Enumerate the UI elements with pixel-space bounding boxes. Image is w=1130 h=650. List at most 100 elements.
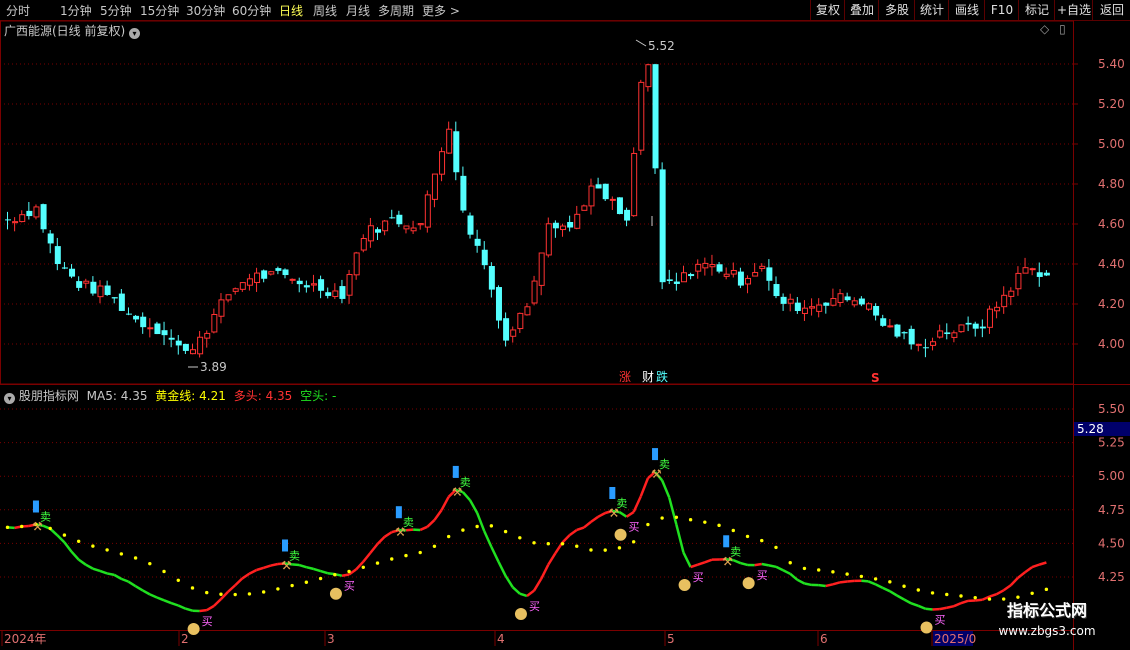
candlestick xyxy=(246,273,253,291)
high-price-text: 5.52 xyxy=(648,39,675,53)
ma5-segment xyxy=(170,601,179,607)
ma5-segment xyxy=(320,569,329,575)
ma5-segment xyxy=(504,575,514,588)
candlestick xyxy=(410,220,417,234)
gold-line-dot xyxy=(148,561,152,566)
gold-line-dot xyxy=(304,580,309,584)
ma5-segment xyxy=(561,534,571,544)
candlestick xyxy=(367,217,374,248)
ma5-segment xyxy=(468,499,479,514)
candle-body-up xyxy=(431,173,438,200)
gold-line-dot xyxy=(390,557,394,561)
indicator-tick-label: 5.50 xyxy=(1098,402,1125,416)
ma5-segment xyxy=(682,552,692,568)
candlestick xyxy=(823,302,830,314)
candle-body-up xyxy=(97,285,104,298)
ma5-segment xyxy=(270,562,279,567)
gold-line-dot xyxy=(518,536,522,540)
candlestick xyxy=(794,297,801,314)
candle-body-down xyxy=(54,246,61,265)
candle-body-up xyxy=(937,330,944,338)
kline-chart[interactable]: 5.40 5.20 5.00 4.80 4.60 4.40 4.20 4.00 5.50 5.2… xyxy=(0,0,1130,650)
candlestick xyxy=(389,209,396,219)
ma5-segment xyxy=(754,562,762,567)
candlestick xyxy=(517,312,524,334)
ma5-segment xyxy=(939,606,948,611)
ma5-segment xyxy=(177,604,186,610)
candlestick xyxy=(282,268,289,279)
candlestick xyxy=(104,280,111,296)
candle-body-down xyxy=(90,281,97,294)
candle-body-up xyxy=(382,220,389,232)
candle-body-down xyxy=(773,284,780,297)
candlestick xyxy=(460,166,467,213)
candle-body-down xyxy=(474,238,481,246)
candlestick xyxy=(716,261,723,274)
ma5-segment xyxy=(85,563,94,570)
gold-line-dot xyxy=(176,578,180,582)
candlestick xyxy=(488,262,495,298)
peak-bar-icon xyxy=(452,465,459,478)
candle-body-up xyxy=(545,223,552,256)
candlestick xyxy=(446,121,453,154)
candle-body-down xyxy=(61,267,68,269)
gold-line-dot xyxy=(774,545,778,550)
time-axis-label: 2025/0 xyxy=(934,632,976,646)
candle-body-down xyxy=(282,269,289,276)
gold-line-dot xyxy=(5,525,10,530)
candle-body-down xyxy=(182,343,189,351)
candlestick xyxy=(787,293,794,312)
money-bag-icon xyxy=(742,577,755,590)
candle-body-down xyxy=(901,332,908,334)
ma5-segment xyxy=(419,525,428,532)
candle-body-up xyxy=(289,278,296,281)
candlestick xyxy=(901,331,908,340)
ma5-segment xyxy=(903,598,912,605)
gold-line-dot xyxy=(475,524,479,529)
candlestick xyxy=(1043,270,1050,277)
candle-body-down xyxy=(325,292,332,296)
current-value-text: 5.28 xyxy=(1077,422,1104,436)
gold-line-dot xyxy=(347,569,351,574)
ma5-segment xyxy=(953,601,962,608)
candlestick xyxy=(944,323,951,340)
candlestick xyxy=(616,197,623,215)
candle-body-down xyxy=(111,297,118,299)
candlestick xyxy=(225,294,232,303)
candle-body-down xyxy=(979,326,986,329)
candlestick xyxy=(474,229,481,253)
candle-body-down xyxy=(780,296,787,304)
watermark-url: www.zbgs3.com xyxy=(998,624,1096,638)
sell-signal: 卖 xyxy=(730,545,741,558)
money-bag-icon xyxy=(614,528,627,541)
candlestick xyxy=(232,287,239,295)
candle-body-down xyxy=(26,210,33,217)
candlestick xyxy=(752,263,759,277)
candlestick xyxy=(133,314,140,323)
candlestick xyxy=(54,237,61,271)
candlestick xyxy=(90,276,97,296)
candlestick xyxy=(161,321,168,346)
candlestick xyxy=(887,319,894,328)
ma5-segment xyxy=(440,496,450,511)
gold-line-dot xyxy=(888,580,892,584)
candle-body-down xyxy=(688,274,695,277)
ma5-segment xyxy=(639,477,650,497)
gold-line-dot xyxy=(589,548,593,552)
price-tick-label: 5.00 xyxy=(1098,137,1125,151)
candle-body-up xyxy=(830,298,837,306)
candlestick xyxy=(396,210,403,228)
gold-line-dot xyxy=(261,590,266,594)
candlestick xyxy=(858,296,865,307)
candle-body-down xyxy=(161,330,168,336)
candle-body-up xyxy=(310,283,317,286)
candle-body-down xyxy=(47,233,54,244)
candlestick xyxy=(780,293,787,311)
gold-line-dot xyxy=(219,592,223,596)
candle-body-up xyxy=(510,329,517,337)
peak-bar-icon xyxy=(32,500,39,513)
ma5-segment xyxy=(127,580,137,588)
gold-line-dot xyxy=(802,566,807,571)
candlestick xyxy=(268,270,275,276)
candlestick xyxy=(382,219,389,236)
